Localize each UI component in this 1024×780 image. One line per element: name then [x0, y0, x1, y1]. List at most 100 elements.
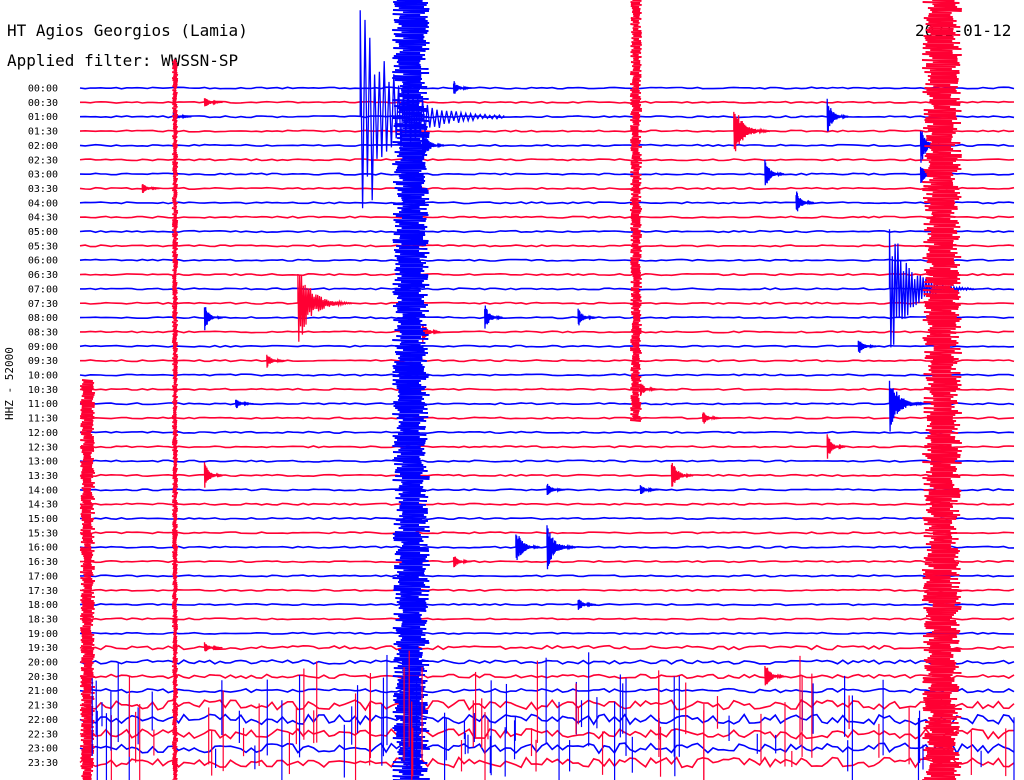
- trace-line: [79, 272, 1014, 277]
- trace-line: [79, 516, 1015, 521]
- trace-line: [79, 659, 1015, 665]
- trace-line: [79, 215, 1015, 219]
- trace-line: [79, 301, 1015, 305]
- time-tick-label: 09:30: [28, 356, 58, 367]
- time-tick-label: 09:00: [28, 342, 58, 353]
- trace-line: [79, 673, 1015, 680]
- time-tick-label: 22:30: [28, 729, 58, 740]
- trace-line: [79, 186, 1015, 191]
- time-tick-label: 13:00: [28, 457, 58, 468]
- time-tick-label: 15:00: [28, 514, 58, 525]
- event-wavelet: [826, 434, 846, 459]
- time-tick-label: 19:30: [28, 643, 58, 654]
- time-tick-label: 22:00: [28, 715, 58, 726]
- time-tick-label: 15:30: [28, 528, 58, 539]
- time-tick-label: 23:00: [28, 744, 58, 755]
- time-tick-label: 02:30: [28, 155, 58, 166]
- time-tick-label: 12:00: [28, 428, 58, 439]
- trace-line: [79, 373, 1015, 377]
- event-wavelet: [266, 354, 286, 368]
- time-tick-label: 11:30: [28, 414, 58, 425]
- event-wavelet: [452, 81, 472, 94]
- trace-line: [79, 430, 1015, 435]
- time-tick-label: 08:00: [28, 313, 58, 324]
- trace-line: [79, 416, 1015, 420]
- time-tick-label: 05:00: [28, 227, 58, 238]
- time-tick-label: 10:30: [28, 385, 58, 396]
- time-tick-label: 05:30: [28, 241, 58, 252]
- event-wavelet: [235, 399, 254, 409]
- trace-line: [79, 741, 1015, 755]
- trace-line: [79, 158, 1015, 162]
- time-tick-label: 23:30: [28, 758, 58, 769]
- trace-line: [79, 387, 1014, 391]
- event-wavelet: [515, 534, 541, 561]
- trace-line: [80, 287, 1015, 291]
- trace-line: [79, 713, 1015, 726]
- trace-line: [79, 402, 1015, 406]
- event-wavelet: [421, 324, 441, 343]
- time-tick-label: 13:30: [28, 471, 58, 482]
- trace-line: [79, 86, 1015, 90]
- trace-line: [79, 115, 1015, 119]
- trace-line: [79, 445, 1015, 449]
- trace-line: [79, 359, 1015, 363]
- time-tick-label: 16:00: [28, 543, 58, 554]
- trace-line: [79, 172, 1015, 176]
- time-tick-label: 04:00: [28, 198, 58, 209]
- event-wavelet: [577, 599, 597, 610]
- time-tick-label: 08:30: [28, 327, 58, 338]
- time-tick-label: 20:00: [28, 658, 58, 669]
- time-tick-label: 02:00: [28, 141, 58, 152]
- time-tick-label: 03:30: [28, 184, 58, 195]
- event-wavelet: [857, 340, 877, 354]
- time-tick-label: 07:00: [28, 284, 58, 295]
- trace-line: [79, 258, 1015, 262]
- event-wavelet: [764, 665, 785, 686]
- event-wavelet: [546, 483, 566, 496]
- event-wavelet: [141, 183, 161, 194]
- trace-line: [79, 727, 1014, 740]
- time-tick-label: 18:30: [28, 614, 58, 625]
- trace-line: [79, 602, 1015, 607]
- time-tick-label: 11:00: [28, 399, 58, 410]
- event-wavelet: [702, 412, 722, 424]
- event-wavelet: [826, 98, 850, 132]
- time-tick-label: 17:00: [28, 571, 58, 582]
- time-tick-label: 04:30: [28, 213, 58, 224]
- event-burst: [171, 59, 179, 780]
- time-tick-label: 19:00: [28, 629, 58, 640]
- event-burst: [629, 0, 643, 422]
- event-wavelet: [203, 307, 223, 331]
- time-tick-label: 01:00: [28, 112, 58, 123]
- time-tick-label: 16:30: [28, 557, 58, 568]
- trace-line: [79, 459, 1015, 463]
- trace-line: [79, 502, 1015, 506]
- trace-line: [79, 756, 1015, 769]
- event-wavelet: [484, 305, 504, 329]
- event-wavelet: [639, 383, 659, 397]
- time-tick-label: 18:00: [28, 600, 58, 611]
- time-tick-label: 00:00: [28, 84, 58, 95]
- event-wavelet: [670, 462, 694, 487]
- time-tick-label: 01:30: [28, 127, 58, 138]
- time-tick-label: 21:30: [28, 701, 58, 712]
- event-wavelet: [452, 556, 472, 568]
- time-tick-label: 14:30: [28, 500, 58, 511]
- trace-line: [79, 330, 1014, 334]
- time-tick-label: 10:00: [28, 371, 58, 382]
- event-wavelet: [203, 98, 223, 107]
- time-tick-label: 12:30: [28, 442, 58, 453]
- trace-line: [79, 687, 1015, 694]
- event-wavelet: [764, 159, 785, 186]
- event-wavelet: [359, 10, 505, 209]
- event-wavelet: [795, 191, 815, 212]
- time-tick-label: 03:00: [28, 170, 58, 181]
- time-tick-label: 21:00: [28, 686, 58, 697]
- event-wavelet: [577, 308, 597, 326]
- time-tick-label: 06:00: [28, 256, 58, 267]
- trace-line: [79, 698, 1015, 712]
- event-wavelet: [639, 485, 659, 495]
- time-tick-labels: 00:00 00:30 01:00 01:30 02:00 02:30 03:00 03:30…: [28, 84, 58, 769]
- time-tick-label: 06:30: [28, 270, 58, 281]
